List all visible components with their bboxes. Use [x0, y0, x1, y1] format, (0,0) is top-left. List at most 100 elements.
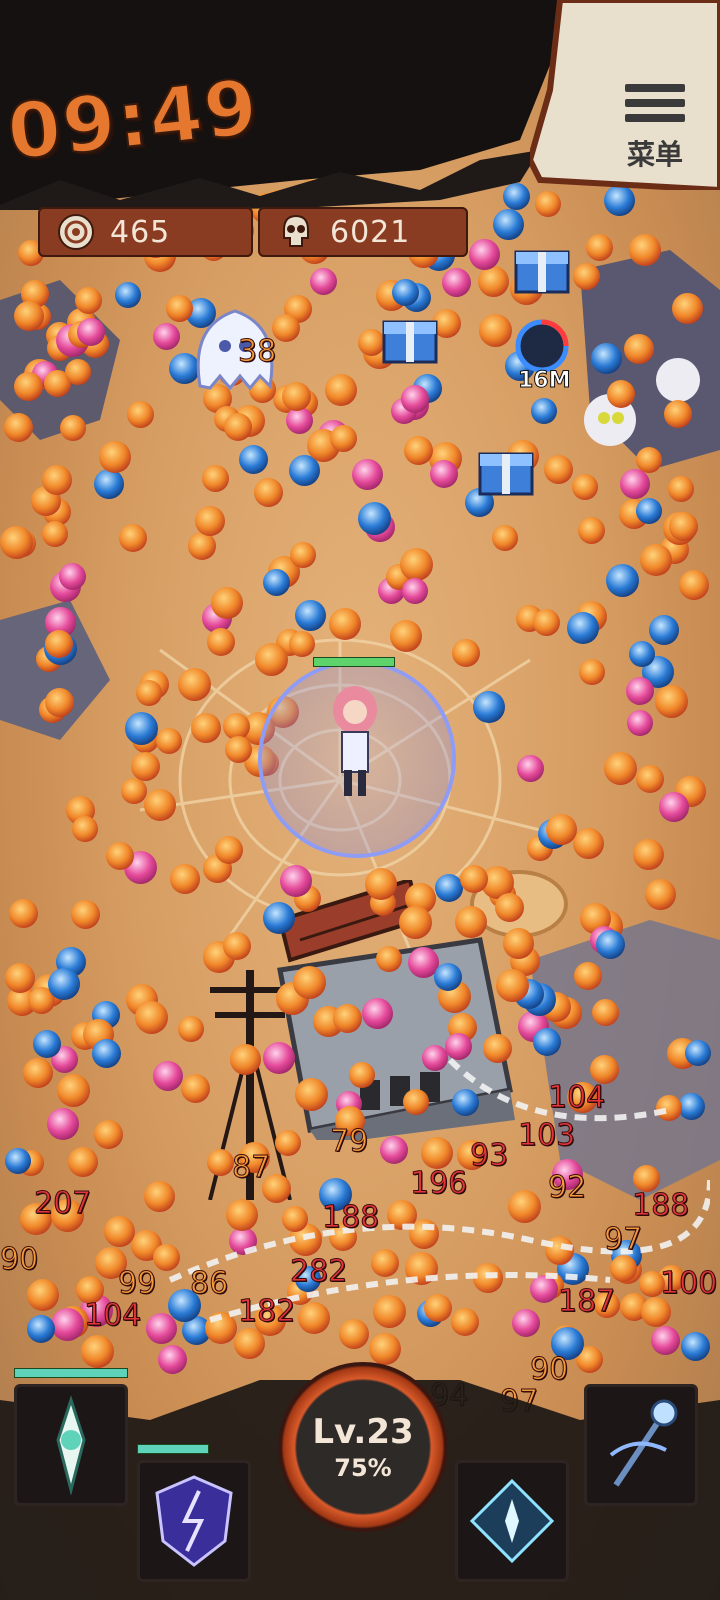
damage-number: 38 [237, 334, 277, 370]
fire-orb [533, 609, 560, 636]
hamburger-icon [625, 84, 685, 129]
fire-orb [325, 374, 357, 406]
player-character [333, 686, 377, 796]
pink-orb [352, 459, 383, 490]
menu-label: 菜单 [626, 138, 683, 171]
damage-number: 187 [557, 1284, 616, 1320]
chest-timer-ring [515, 319, 569, 373]
fire-orb [4, 413, 33, 442]
fire-orb [574, 962, 602, 990]
blue-orb [5, 1148, 31, 1174]
damage-number: 86 [189, 1266, 229, 1302]
fire-orb [104, 1216, 135, 1247]
pink-orb [627, 710, 653, 736]
fire-orb [645, 879, 676, 910]
fire-orb [254, 478, 283, 507]
pink-orb [310, 268, 337, 295]
fire-orb [496, 969, 529, 1002]
supply-chest[interactable] [474, 440, 538, 504]
fire-orb [195, 506, 225, 536]
menu-button[interactable]: 菜单 [620, 84, 690, 184]
damage-number: 87 [231, 1150, 271, 1186]
blue-orb [239, 445, 268, 474]
fire-orb [136, 680, 162, 706]
spirit-blade-skill-icon [56, 1395, 86, 1495]
damage-number: 104 [83, 1298, 142, 1334]
blue-orb [596, 930, 625, 959]
fire-orb [225, 736, 252, 763]
blue-orb [115, 282, 141, 308]
level-progress: 75% [334, 1454, 392, 1482]
fire-orb [452, 639, 480, 667]
skill-slot-2[interactable] [137, 1460, 251, 1582]
fire-orb [664, 400, 692, 428]
fire-orb [404, 436, 433, 465]
level-ring[interactable]: Lv.23 75% [278, 1362, 448, 1532]
blue-orb [636, 498, 662, 524]
supply-chest[interactable] [378, 308, 442, 372]
fire-orb [495, 893, 524, 922]
pink-orb [77, 318, 105, 346]
fire-orb [330, 425, 357, 452]
blue-orb [434, 963, 462, 991]
fire-orb [604, 752, 637, 785]
fire-orb [399, 906, 432, 939]
pink-orb [402, 578, 428, 604]
pink-orb [442, 268, 471, 297]
blue-orb [435, 874, 463, 902]
damage-number: 196 [409, 1166, 468, 1202]
fire-orb [42, 465, 72, 495]
fire-orb [94, 1120, 123, 1149]
fire-orb [390, 620, 422, 652]
fire-orb [586, 234, 613, 261]
fire-orb [27, 1279, 59, 1311]
blue-orb [27, 1315, 55, 1343]
pink-orb [59, 563, 86, 590]
fire-orb [224, 413, 252, 441]
skill-slot-1[interactable] [14, 1384, 128, 1506]
fire-orb [365, 868, 397, 900]
player-health-bar [313, 657, 395, 667]
fire-orb [544, 455, 573, 484]
skill-1-cooldown-bar [14, 1368, 128, 1378]
fire-orb [503, 928, 534, 959]
fire-orb [478, 266, 509, 297]
pink-orb [659, 792, 689, 822]
fire-orb [629, 234, 661, 266]
fire-orb [68, 1147, 98, 1177]
damage-number: 188 [321, 1200, 380, 1236]
fire-orb [211, 587, 243, 619]
fire-orb [121, 778, 147, 804]
skill-slot-4[interactable] [584, 1384, 698, 1506]
fire-orb [0, 526, 33, 559]
skill-slot-3[interactable] [455, 1460, 569, 1582]
blue-orb [92, 1039, 121, 1068]
fire-orb [119, 524, 147, 552]
supply-chest[interactable] [510, 238, 574, 302]
fire-orb [9, 899, 38, 928]
fire-orb [293, 966, 326, 999]
ice-burst-skill-icon [469, 1478, 555, 1564]
fire-orb [45, 630, 73, 658]
blue-orb [629, 641, 655, 667]
blue-orb [649, 615, 679, 645]
fire-orb [99, 441, 131, 473]
blue-orb [125, 712, 158, 745]
damage-number: 90 [0, 1242, 39, 1278]
fire-orb [479, 314, 512, 347]
pink-orb [626, 677, 654, 705]
fire-orb [640, 544, 672, 576]
pink-orb [401, 385, 429, 413]
skull-count: 6021 [330, 214, 411, 250]
fire-orb [624, 334, 654, 364]
fire-orb [636, 447, 662, 473]
damage-number: 182 [237, 1294, 296, 1330]
blue-orb [358, 502, 391, 535]
skull-icon [276, 212, 316, 252]
fire-orb [546, 814, 577, 845]
fire-orb [14, 301, 44, 331]
damage-number: 100 [659, 1266, 718, 1302]
fire-orb [573, 263, 600, 290]
fire-orb [573, 828, 604, 859]
game-stage[interactable]: 16M 38 104 103 93 196 92 188 188 97 207 87 79 282 86 9… [0, 0, 720, 1600]
